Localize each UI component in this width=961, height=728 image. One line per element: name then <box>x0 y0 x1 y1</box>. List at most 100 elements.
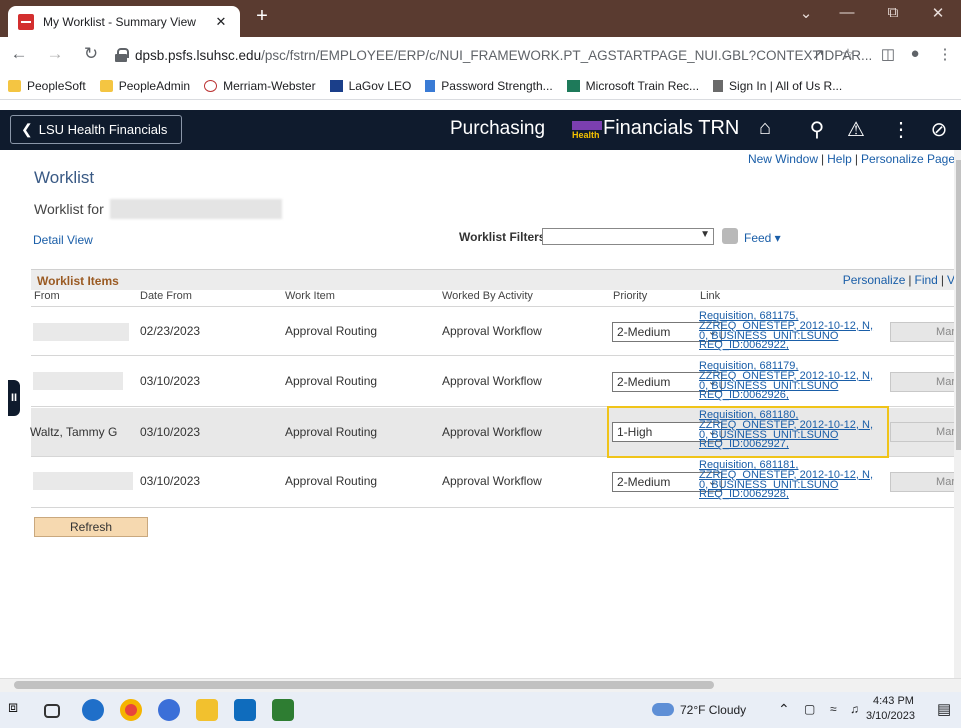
clock-time[interactable]: 4:43 PM <box>873 695 914 707</box>
work-item: Approval Routing <box>285 374 378 388</box>
horizontal-scroll-thumb[interactable] <box>14 681 714 689</box>
side-panel-icon[interactable]: ◫ <box>878 45 898 63</box>
column-work-item: Work Item <box>285 290 335 302</box>
forward-arrow-icon[interactable]: → <box>44 44 66 64</box>
chrome-icon[interactable] <box>120 699 142 721</box>
worklist-filters-label: Worklist Filters <box>459 230 546 244</box>
table-row: 03/10/2023 Approval Routing Approval Wor… <box>31 458 960 508</box>
bookmark-password-strength[interactable]: Password Strength... <box>425 79 553 93</box>
wifi-icon[interactable]: ≈ <box>830 702 837 716</box>
bookmark-lagov-leo[interactable]: LaGov LEO <box>329 79 411 93</box>
chevron-up-icon[interactable]: ⌃ <box>778 701 790 718</box>
home-icon[interactable]: ⌂ <box>752 117 778 140</box>
requisition-link[interactable]: Requisition, 681179, ZZREQ_ONESTEP, 2012-… <box>699 361 899 401</box>
date-from: 03/10/2023 <box>140 425 201 439</box>
feed-link[interactable]: Feed ▾ <box>744 231 781 245</box>
share-icon[interactable]: ↗ <box>808 45 828 63</box>
personalize-link[interactable]: Personalize <box>843 273 906 287</box>
url-bar[interactable]: dpsb.psfs.lsuhsc.edu/psc/fstrn/EMPLOYEE/… <box>113 42 873 68</box>
worked-by-activity: Approval Workflow <box>442 474 542 488</box>
windows-taskbar: ⧈ 72°F Cloudy ⌃ ▢ ≈ ♫ 4:43 PM 3/10/2023 … <box>0 692 961 728</box>
rss-feed-icon[interactable] <box>722 228 738 244</box>
module-title: Purchasing <box>450 118 546 139</box>
personalize-page-link[interactable]: Personalize Page <box>861 152 955 166</box>
cloud-weather-icon[interactable] <box>652 703 674 716</box>
date-from: 02/23/2023 <box>140 324 201 338</box>
vertical-scroll-thumb[interactable] <box>956 160 961 450</box>
compass-icon[interactable]: ⊘ <box>926 117 952 142</box>
close-window-icon[interactable]: ✕ <box>915 4 961 22</box>
volume-icon[interactable]: ♫ <box>850 702 859 716</box>
app-title: Financials TRN <box>603 117 740 139</box>
chrome-menu-icon[interactable]: ⋮ <box>935 45 955 63</box>
redacted-from <box>33 472 133 490</box>
weather-text[interactable]: 72°F Cloudy <box>680 703 746 717</box>
tab-close-icon[interactable]: ✕ <box>212 14 230 30</box>
help-link[interactable]: Help <box>827 152 852 166</box>
date-from: 03/10/2023 <box>140 474 201 488</box>
sap-icon <box>329 80 343 92</box>
requisition-link[interactable]: Requisition, 681175, ZZREQ_ONESTEP, 2012-… <box>699 311 899 351</box>
column-priority: Priority <box>613 290 648 302</box>
clock-date[interactable]: 3/10/2023 <box>866 710 915 722</box>
mark-worked-button[interactable]: Mar <box>890 472 960 492</box>
tab-search-chevron-icon[interactable]: ⌄ <box>783 4 829 22</box>
task-view-icon[interactable] <box>44 704 60 718</box>
new-window-link[interactable]: New Window <box>748 152 818 166</box>
edge-icon[interactable] <box>82 699 104 721</box>
worked-by-activity: Approval Workflow <box>442 374 542 388</box>
back-arrow-icon[interactable]: ← <box>8 44 30 64</box>
outlook-icon[interactable] <box>234 699 256 721</box>
column-date-from: Date From <box>140 290 192 302</box>
sticky-notes-icon[interactable] <box>272 699 294 721</box>
url-host: dpsb.psfs.lsuhsc.edu <box>135 47 262 63</box>
address-bar-row: ← → ↻ dpsb.psfs.lsuhsc.edu/psc/fstrn/EMP… <box>0 37 961 73</box>
network-icon[interactable]: ▢ <box>804 702 815 716</box>
app-icon[interactable] <box>158 699 180 721</box>
new-tab-button[interactable]: + <box>250 5 274 28</box>
reload-icon[interactable]: ↻ <box>80 44 102 64</box>
all-of-us-icon <box>713 80 724 92</box>
chevron-down-icon: ▼ <box>700 229 710 240</box>
windows-start-icon[interactable]: ⧈ <box>8 699 30 721</box>
bell-icon[interactable]: ⚠ <box>843 117 869 142</box>
work-item: Approval Routing <box>285 425 378 439</box>
redacted-user-name <box>110 199 282 219</box>
lock-icon[interactable] <box>115 48 129 62</box>
refresh-button[interactable]: Refresh <box>34 517 148 537</box>
bookmark-all-of-us[interactable]: Sign In | All of Us R... <box>713 79 842 93</box>
worklist-for-label: Worklist for <box>34 201 104 217</box>
work-item: Approval Routing <box>285 324 378 338</box>
requisition-link[interactable]: Requisition, 681181, ZZREQ_ONESTEP, 2012-… <box>699 460 899 500</box>
column-worked-by-activity: Worked By Activity <box>442 290 533 302</box>
bookmark-peopleadmin[interactable]: PeopleAdmin <box>99 79 190 93</box>
url-path: /psc/fstrn/EMPLOYEE/ERP/c/NUI_FRAMEWORK.… <box>261 47 873 63</box>
folder-icon <box>99 80 113 92</box>
column-from: From <box>34 290 60 302</box>
side-panel-toggle-icon[interactable]: II <box>8 380 20 416</box>
worklist-filters-select[interactable]: ▼ <box>542 228 714 245</box>
tab-title: My Worklist - Summary View <box>43 14 196 29</box>
redacted-from <box>33 372 123 390</box>
minimize-icon[interactable]: — <box>824 4 870 21</box>
find-link[interactable]: Find <box>915 273 938 287</box>
bookmark-star-icon[interactable]: ☆ <box>838 45 858 63</box>
mark-worked-button[interactable]: Mar <box>890 372 960 392</box>
notification-icon[interactable]: ▤ <box>937 700 951 718</box>
profile-avatar-icon[interactable]: ● <box>905 45 925 62</box>
grid-title: Worklist Items <box>37 274 119 288</box>
kebab-menu-icon[interactable]: ⋮ <box>888 117 914 142</box>
back-to-lsu-health-financials-button[interactable]: ❮ LSU Health Financials <box>10 115 182 144</box>
bookmark-peoplesoft[interactable]: PeopleSoft <box>8 79 86 93</box>
bookmark-microsoft-train[interactable]: Microsoft Train Rec... <box>566 79 699 93</box>
restore-icon[interactable]: ⧉ <box>870 4 916 21</box>
search-icon[interactable]: ⚲ <box>804 117 830 142</box>
browser-tab[interactable]: My Worklist - Summary View ✕ <box>8 6 240 37</box>
mark-worked-button[interactable]: Mar <box>890 422 960 442</box>
file-explorer-icon[interactable] <box>196 699 218 721</box>
detail-view-link[interactable]: Detail View <box>33 233 93 247</box>
from-name: Waltz, Tammy G <box>30 425 118 439</box>
bookmark-merriam-webster[interactable]: Merriam-Webster <box>204 79 316 93</box>
folder-icon <box>8 80 21 92</box>
mark-worked-button[interactable]: Mar <box>890 322 960 342</box>
